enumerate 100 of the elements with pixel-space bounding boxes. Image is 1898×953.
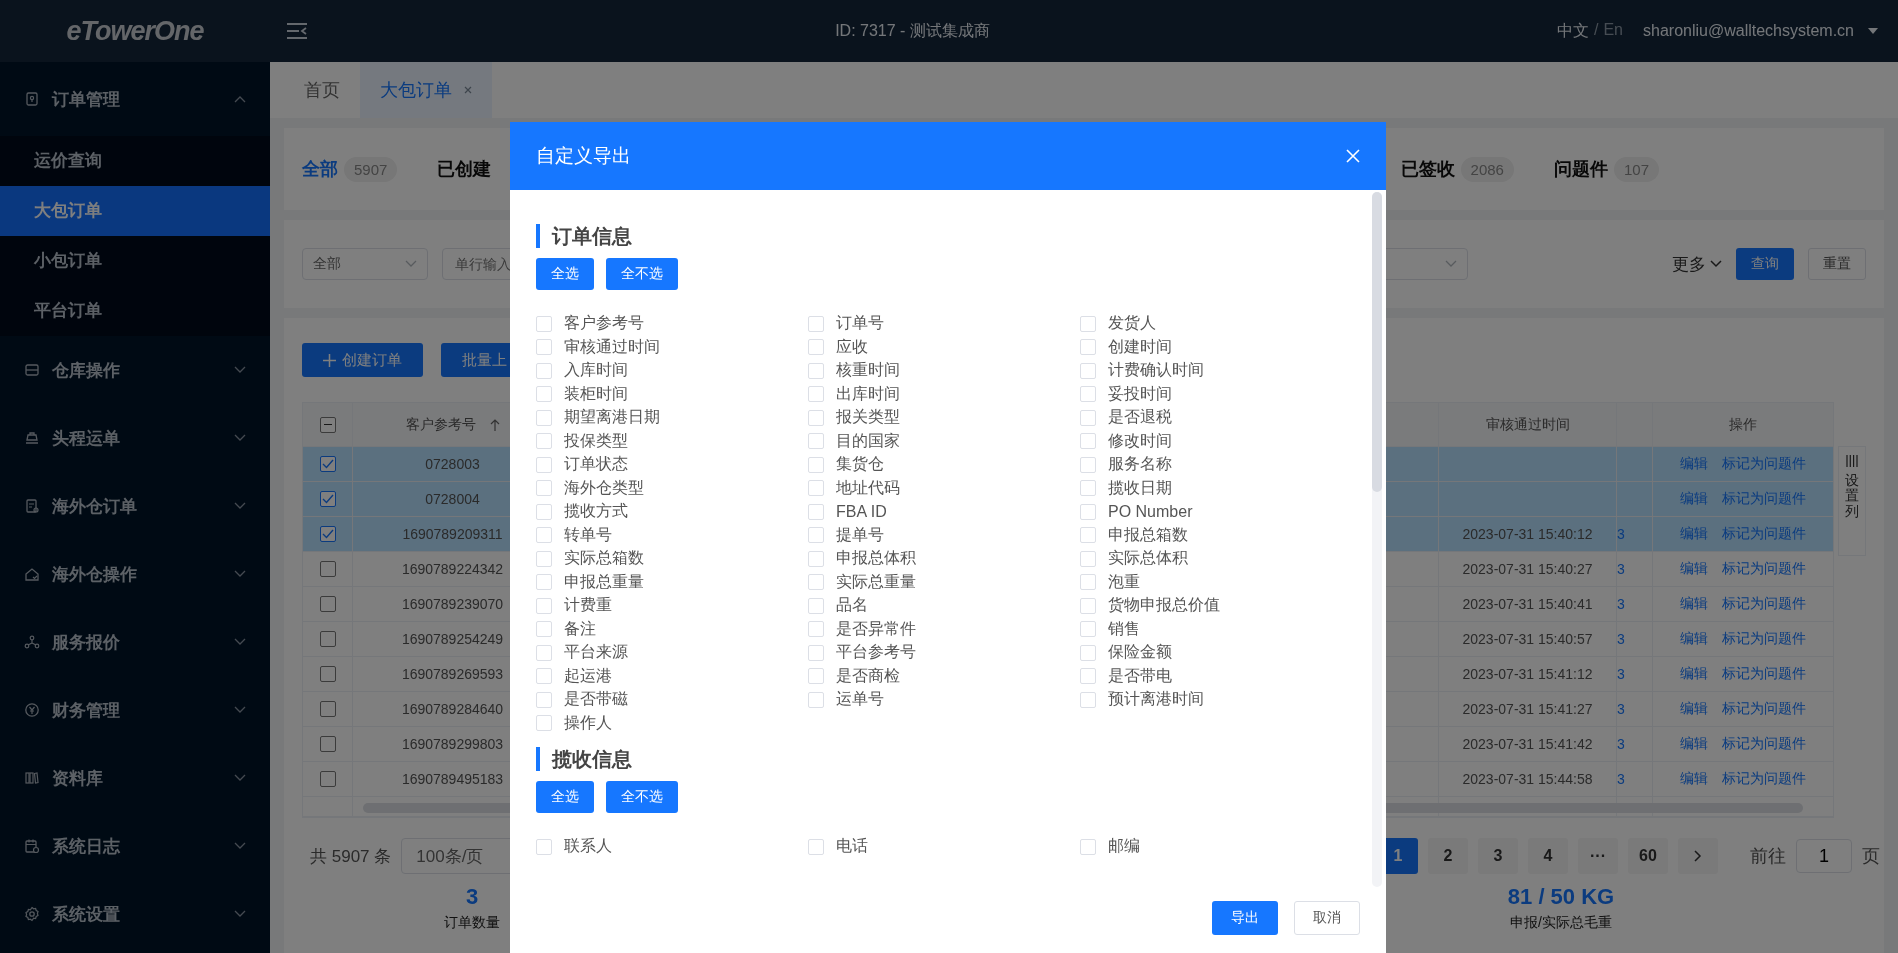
row-checkbox[interactable]	[319, 491, 336, 507]
row-checkbox[interactable]	[319, 631, 336, 647]
query-button[interactable]: 查询	[1736, 248, 1794, 280]
export-field-option[interactable]: 销售	[1080, 617, 1352, 641]
export-field-option[interactable]: 申报总重量	[536, 570, 808, 594]
row-action-link[interactable]: 标记为问题件	[1722, 700, 1806, 718]
export-field-option[interactable]: 平台来源	[536, 641, 808, 665]
sidebar-group[interactable]: 财务管理	[0, 676, 270, 744]
row-checkbox[interactable]	[319, 526, 336, 542]
export-field-option[interactable]: 电话	[808, 835, 1080, 859]
row-action-link[interactable]: 标记为问题件	[1722, 560, 1806, 578]
row-checkbox[interactable]	[319, 666, 336, 682]
export-field-option[interactable]: 保险金额	[1080, 641, 1352, 665]
export-field-option[interactable]: 申报总箱数	[1080, 523, 1352, 547]
export-field-option[interactable]: 出库时间	[808, 382, 1080, 406]
export-field-option[interactable]: 核重时间	[808, 359, 1080, 383]
menu-collapse-icon[interactable]	[286, 22, 308, 40]
export-field-option[interactable]: 地址代码	[808, 476, 1080, 500]
export-field-option[interactable]: PO Number	[1080, 500, 1352, 524]
export-field-option[interactable]: 装柜时间	[536, 382, 808, 406]
export-field-option[interactable]: 揽收日期	[1080, 476, 1352, 500]
export-field-option[interactable]: 备注	[536, 617, 808, 641]
row-action-link[interactable]: 编辑	[1680, 595, 1708, 613]
sort-arrow-icon[interactable]	[489, 418, 500, 431]
export-field-option[interactable]: 计费确认时间	[1080, 359, 1352, 383]
export-field-option[interactable]: 是否带电	[1080, 664, 1352, 688]
more-toggle[interactable]: 更多	[1672, 252, 1722, 276]
export-field-option[interactable]: 应收	[808, 335, 1080, 359]
sidebar-item[interactable]: 大包订单	[0, 186, 270, 236]
export-button[interactable]: 导出	[1212, 901, 1278, 935]
export-field-option[interactable]: 转单号	[536, 523, 808, 547]
page-button[interactable]: 2	[1428, 838, 1468, 874]
column-header[interactable]: 客户参考号	[405, 415, 476, 434]
sidebar-group[interactable]: 海外仓操作	[0, 540, 270, 608]
export-field-option[interactable]: 运单号	[808, 688, 1080, 712]
export-field-option[interactable]: 创建时间	[1080, 335, 1352, 359]
sidebar-group[interactable]: 海外仓订单	[0, 472, 270, 540]
reset-button[interactable]: 重置	[1808, 248, 1866, 280]
row-action-link[interactable]: 编辑	[1680, 700, 1708, 718]
sidebar-group[interactable]: 头程运单	[0, 404, 270, 472]
export-field-option[interactable]: 预计离港时间	[1080, 688, 1352, 712]
row-checkbox[interactable]	[319, 596, 336, 612]
sidebar-group[interactable]: 系统日志	[0, 812, 270, 880]
row-checkbox[interactable]	[319, 771, 336, 787]
export-field-option[interactable]: 起运港	[536, 664, 808, 688]
export-field-option[interactable]: 海外仓类型	[536, 476, 808, 500]
export-field-option[interactable]: 平台参考号	[808, 641, 1080, 665]
export-field-option[interactable]: 是否异常件	[808, 617, 1080, 641]
row-checkbox[interactable]	[319, 456, 336, 472]
export-field-option[interactable]: 期望离港日期	[536, 406, 808, 430]
vertical-scrollbar[interactable]	[1372, 192, 1382, 887]
export-field-option[interactable]: 报关类型	[808, 406, 1080, 430]
export-field-option[interactable]: 妥投时间	[1080, 382, 1352, 406]
export-field-option[interactable]: 泡重	[1080, 570, 1352, 594]
scope-select[interactable]: 全部	[302, 248, 428, 280]
page-button[interactable]: 3	[1478, 838, 1518, 874]
export-field-option[interactable]: 操作人	[536, 711, 808, 735]
export-field-option[interactable]: 是否退税	[1080, 406, 1352, 430]
export-field-option[interactable]: 揽收方式	[536, 500, 808, 524]
action-button[interactable]: 创建订单	[302, 343, 423, 377]
row-action-link[interactable]: 标记为问题件	[1722, 630, 1806, 648]
export-field-option[interactable]: 审核通过时间	[536, 335, 808, 359]
chevron-icon[interactable]	[1710, 260, 1722, 268]
row-action-link[interactable]: 编辑	[1680, 665, 1708, 683]
sidebar-item[interactable]: 平台订单	[0, 286, 270, 336]
row-action-link[interactable]: 标记为问题件	[1722, 770, 1806, 788]
row-checkbox[interactable]	[319, 701, 336, 717]
page-button[interactable]: 4	[1528, 838, 1568, 874]
export-field-option[interactable]: 订单号	[808, 312, 1080, 336]
next-page-button[interactable]	[1678, 838, 1718, 874]
export-field-option[interactable]: 客户参考号	[536, 312, 808, 336]
export-field-option[interactable]: 实际总体积	[1080, 547, 1352, 571]
sidebar-group[interactable]: 资料库	[0, 744, 270, 812]
sidebar-group[interactable]: 系统设置	[0, 880, 270, 948]
export-field-option[interactable]: 品名	[808, 594, 1080, 618]
export-field-option[interactable]: 发货人	[1080, 312, 1352, 336]
row-action-link[interactable]: 编辑	[1680, 735, 1708, 753]
status-tab[interactable]: 已创建	[437, 157, 492, 181]
row-action-link[interactable]: 编辑	[1680, 770, 1708, 788]
sidebar-group[interactable]: 服务报价	[0, 608, 270, 676]
goto-page-field[interactable]: 1	[1796, 839, 1852, 873]
page-button[interactable]: ···	[1578, 838, 1618, 874]
row-checkbox[interactable]	[319, 561, 336, 577]
page-button[interactable]: 60	[1628, 838, 1668, 874]
export-field-option[interactable]: 实际总重量	[808, 570, 1080, 594]
export-field-option[interactable]: FBA ID	[808, 500, 1080, 524]
export-field-option[interactable]: 目的国家	[808, 429, 1080, 453]
row-action-link[interactable]: 标记为问题件	[1722, 595, 1806, 613]
language-option[interactable]: 中文	[1556, 20, 1589, 42]
user-menu[interactable]: sharonliu@walltechsystem.cn	[1643, 22, 1854, 40]
export-field-option[interactable]: 是否带磁	[536, 688, 808, 712]
sidebar-group[interactable]: 仓库操作	[0, 336, 270, 404]
sidebar-group[interactable]: 订单管理	[0, 62, 270, 136]
export-field-option[interactable]: 修改时间	[1080, 429, 1352, 453]
export-field-option[interactable]: 服务名称	[1080, 453, 1352, 477]
cancel-button[interactable]: 取消	[1294, 901, 1360, 935]
sidebar-item[interactable]: 运价查询	[0, 136, 270, 186]
row-action-link[interactable]: 编辑	[1680, 560, 1708, 578]
export-field-option[interactable]: 集货仓	[808, 453, 1080, 477]
export-field-option[interactable]: 投保类型	[536, 429, 808, 453]
